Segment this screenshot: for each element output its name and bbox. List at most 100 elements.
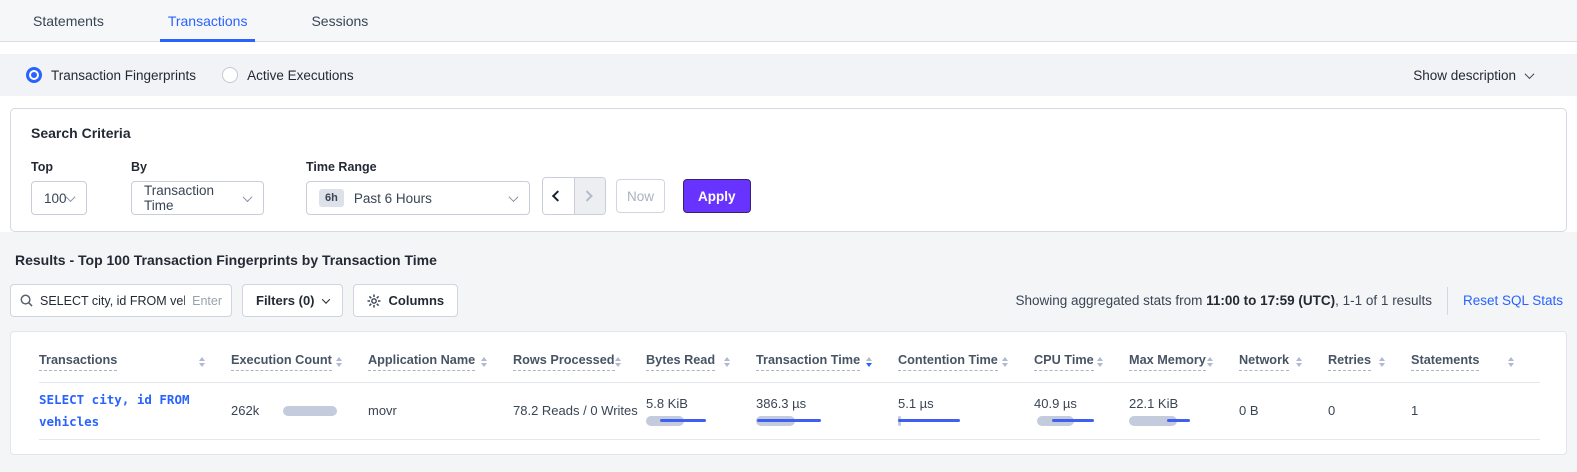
column-header-statements[interactable]: Statements <box>1411 342 1540 382</box>
chevron-down-icon <box>509 192 519 202</box>
sort-arrows-icon[interactable] <box>481 357 487 367</box>
results-section: Results - Top 100 Transaction Fingerprin… <box>0 232 1577 472</box>
tab-bar: Statements Transactions Sessions <box>0 0 1577 42</box>
time-range-badge: 6h <box>319 189 344 207</box>
show-description-label: Show description <box>1413 68 1516 83</box>
column-header-application-name[interactable]: Application Name <box>368 342 513 382</box>
search-criteria-section: Search Criteria Top 100 By Transaction T… <box>0 96 1577 232</box>
column-header-retries[interactable]: Retries <box>1328 342 1411 382</box>
top-select-value: 100 <box>44 191 67 206</box>
radio-selected-icon[interactable] <box>26 67 42 83</box>
top-label: Top <box>31 160 131 174</box>
tab-statements[interactable]: Statements <box>25 0 112 41</box>
search-icon <box>20 294 33 307</box>
sort-arrows-icon[interactable] <box>1296 357 1302 367</box>
view-mode-band: Transaction Fingerprints Active Executio… <box>0 54 1577 96</box>
tab-transactions[interactable]: Transactions <box>160 0 256 41</box>
by-select-value: Transaction Time <box>144 183 244 213</box>
radio-active-executions[interactable]: Active Executions <box>222 67 354 83</box>
retries-value: 0 <box>1328 403 1335 418</box>
sort-arrows-icon[interactable] <box>724 357 730 367</box>
view-mode-radio-group: Transaction Fingerprints Active Executio… <box>26 67 354 83</box>
by-field: By Transaction Time <box>131 160 306 215</box>
application-name-value: movr <box>368 403 397 418</box>
sort-arrows-icon[interactable] <box>1207 357 1213 367</box>
sort-arrows-icon[interactable] <box>199 357 205 367</box>
chevron-left-icon <box>551 190 562 201</box>
radio-transaction-fingerprints[interactable]: Transaction Fingerprints <box>26 67 196 83</box>
chevron-right-icon <box>582 190 593 201</box>
sort-arrows-icon[interactable] <box>336 357 342 367</box>
time-range-select[interactable]: 6h Past 6 Hours <box>306 181 530 215</box>
column-header-transaction-time[interactable]: Transaction Time <box>756 342 898 382</box>
column-header-bytes-read[interactable]: Bytes Read <box>646 342 756 382</box>
filters-button[interactable]: Filters (0) <box>242 284 343 317</box>
time-range-value: Past 6 Hours <box>354 191 432 206</box>
sort-arrows-icon[interactable] <box>1508 357 1514 367</box>
sql-search-input[interactable]: SELECT city, id FROM vehicles W Enter <box>10 284 232 317</box>
sort-arrows-icon[interactable] <box>1002 357 1008 367</box>
bytes-read-bar <box>646 416 718 426</box>
chevron-down-icon <box>1525 69 1535 79</box>
column-header-execution-count[interactable]: Execution Count <box>231 342 368 382</box>
previous-time-window-button[interactable] <box>543 178 574 214</box>
now-button[interactable]: Now <box>616 179 665 213</box>
contention-time-bar <box>898 416 970 426</box>
sort-arrows-icon[interactable] <box>1379 357 1385 367</box>
toolbar-right: Showing aggregated stats from 11:00 to 1… <box>1016 287 1568 315</box>
transaction-fingerprint-link[interactable]: SELECT city, id FROM vehicles <box>39 389 221 433</box>
column-header-contention-time[interactable]: Contention Time <box>898 342 1034 382</box>
radio-label: Active Executions <box>247 68 354 83</box>
column-header-max-memory[interactable]: Max Memory <box>1129 342 1239 382</box>
results-heading: Results - Top 100 Transaction Fingerprin… <box>10 252 1567 268</box>
transaction-time-bar <box>756 416 828 426</box>
criteria-controls-row: Top 100 By Transaction Time Time Range 6… <box>31 155 1546 215</box>
statements-value: 1 <box>1411 403 1418 418</box>
sort-arrows-icon[interactable] <box>866 357 872 367</box>
time-range-label: Time Range <box>306 160 530 174</box>
by-label: By <box>131 160 306 174</box>
transactions-table: Transactions Execution Count Application… <box>39 342 1540 440</box>
columns-button[interactable]: Columns <box>353 284 459 317</box>
network-value: 0 B <box>1239 403 1259 418</box>
aggregated-stats-text: Showing aggregated stats from 11:00 to 1… <box>1016 293 1432 308</box>
time-range-field: Time Range 6h Past 6 Hours <box>306 160 530 215</box>
results-table-card: Transactions Execution Count Application… <box>10 331 1567 455</box>
top-select[interactable]: 100 <box>31 181 87 215</box>
stats-time-range: 11:00 to 17:59 (UTC) <box>1206 293 1335 308</box>
cpu-time-value: 40.9 µs <box>1034 396 1129 411</box>
table-header-row: Transactions Execution Count Application… <box>39 342 1540 382</box>
max-memory-bar <box>1129 416 1201 426</box>
tab-sessions[interactable]: Sessions <box>303 0 376 41</box>
column-header-cpu-time[interactable]: CPU Time <box>1034 342 1129 382</box>
chevron-down-icon <box>66 192 76 202</box>
chevron-down-icon <box>321 295 329 303</box>
show-description-toggle[interactable]: Show description <box>1413 68 1533 83</box>
reset-sql-stats-link[interactable]: Reset SQL Stats <box>1463 293 1567 308</box>
top-field: Top 100 <box>31 160 131 215</box>
search-criteria-card: Search Criteria Top 100 By Transaction T… <box>10 108 1567 232</box>
column-header-network[interactable]: Network <box>1239 342 1328 382</box>
gear-icon <box>367 294 381 308</box>
by-select[interactable]: Transaction Time <box>131 181 264 215</box>
time-window-nav <box>542 177 606 215</box>
sort-arrows-icon[interactable] <box>1097 357 1103 367</box>
search-input-value: SELECT city, id FROM vehicles W <box>40 294 185 308</box>
bytes-read-value: 5.8 KiB <box>646 396 756 411</box>
columns-label: Columns <box>389 293 445 308</box>
radio-unselected-icon[interactable] <box>222 67 238 83</box>
next-time-window-button[interactable] <box>574 178 605 214</box>
transaction-time-value: 386.3 µs <box>756 396 898 411</box>
vertical-divider <box>1447 287 1448 315</box>
column-header-rows-processed[interactable]: Rows Processed <box>513 342 646 382</box>
contention-time-value: 5.1 µs <box>898 396 1034 411</box>
execution-count-value: 262k <box>231 403 259 418</box>
execution-count-bar <box>283 406 355 416</box>
table-row: SELECT city, id FROM vehicles 262k movr … <box>39 382 1540 439</box>
column-header-transactions[interactable]: Transactions <box>39 342 231 382</box>
spacer <box>0 42 1577 54</box>
filters-label: Filters (0) <box>256 293 315 308</box>
apply-button[interactable]: Apply <box>683 179 751 213</box>
sort-arrows-icon[interactable] <box>615 357 621 367</box>
cpu-time-bar <box>1034 416 1106 426</box>
